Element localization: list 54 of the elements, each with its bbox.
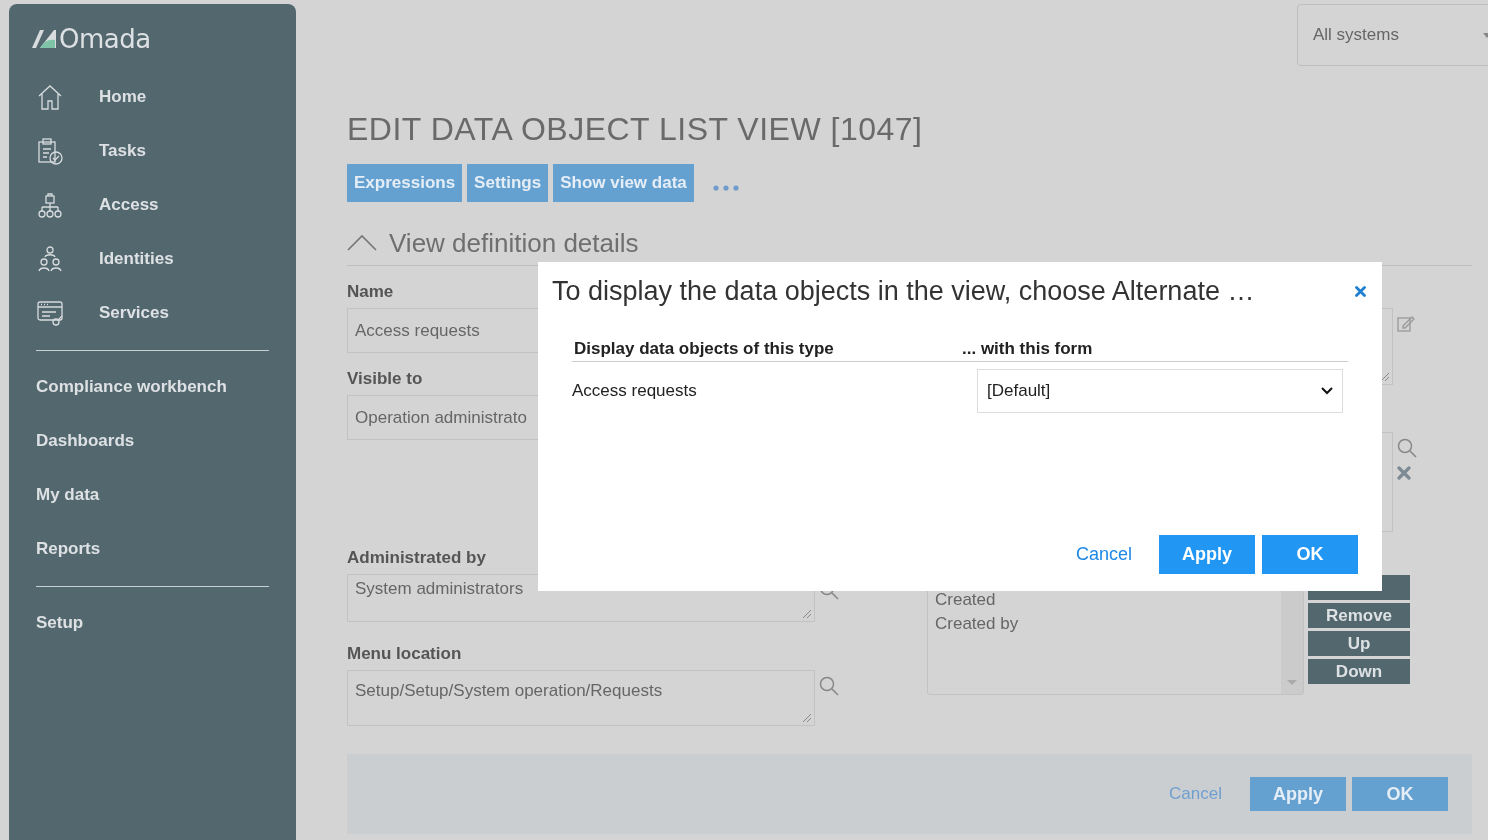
search-icon[interactable] bbox=[1397, 438, 1417, 458]
clipboard-check-icon bbox=[36, 137, 64, 165]
table-cell-text: Access requests bbox=[572, 381, 698, 401]
org-lock-icon bbox=[36, 191, 64, 219]
text-area[interactable]: Setup/Setup/System operation/Requests bbox=[347, 670, 815, 726]
action-button[interactable]: Settings bbox=[467, 164, 549, 202]
list-item[interactable]: Created by bbox=[935, 612, 1274, 636]
field-label: Name bbox=[347, 282, 394, 302]
page-title: EDIT DATA OBJECT LIST VIEW [1047] bbox=[347, 110, 924, 149]
nav-item[interactable]: My data bbox=[36, 468, 269, 522]
nav-item[interactable]: Setup bbox=[36, 596, 269, 650]
nav-item[interactable]: Services bbox=[36, 286, 269, 340]
browser-key-icon bbox=[36, 299, 64, 327]
edit-icon[interactable] bbox=[1397, 314, 1415, 332]
field-label: Administrated by bbox=[347, 548, 486, 568]
home-icon bbox=[36, 83, 64, 111]
search-icon[interactable] bbox=[819, 676, 839, 696]
caret-icon bbox=[1483, 32, 1488, 38]
nav-item[interactable]: Home bbox=[36, 70, 269, 124]
people-icon bbox=[36, 245, 64, 273]
system-selector[interactable]: All systems bbox=[1297, 4, 1488, 66]
section-title: View definition details bbox=[389, 228, 639, 257]
logo-text: Omada bbox=[59, 24, 151, 54]
nav-item[interactable]: Access bbox=[36, 178, 269, 232]
action-button[interactable]: Show view data bbox=[553, 164, 694, 202]
nav-item[interactable]: Identities bbox=[36, 232, 269, 286]
nav-item[interactable]: Reports bbox=[36, 522, 269, 576]
chevron-up-icon[interactable] bbox=[347, 233, 377, 252]
dropdown[interactable]: [Default] bbox=[977, 369, 1343, 413]
nav-item[interactable]: Dashboards bbox=[36, 414, 269, 468]
resize-grip-icon bbox=[800, 607, 812, 619]
chevron-down-icon bbox=[1321, 387, 1333, 395]
more-icon[interactable] bbox=[712, 185, 739, 191]
logo-icon bbox=[30, 28, 56, 50]
close-icon[interactable] bbox=[1355, 286, 1366, 297]
column-header: ... with this form bbox=[962, 339, 1093, 359]
field-label: Visible to bbox=[347, 369, 423, 389]
list-item[interactable]: Created bbox=[935, 588, 1274, 612]
column-header: Display data objects of this type bbox=[573, 339, 835, 359]
close-icon[interactable] bbox=[1397, 466, 1411, 480]
list-button[interactable]: Remove bbox=[1308, 603, 1410, 628]
cancel-link[interactable]: Cancel bbox=[1075, 544, 1132, 565]
action-button[interactable]: Expressions bbox=[347, 164, 463, 202]
list-button[interactable]: Down bbox=[1308, 659, 1410, 684]
dialog-title: To display the data objects in the view, choose Alternate … bbox=[552, 276, 1255, 307]
nav-item[interactable]: Compliance workbench bbox=[36, 360, 269, 414]
nav-item[interactable]: Tasks bbox=[36, 124, 269, 178]
dialog-button[interactable]: OK bbox=[1262, 535, 1358, 574]
resize-grip-icon bbox=[800, 711, 812, 723]
dialog-button[interactable]: OK bbox=[1352, 777, 1448, 811]
list-button[interactable]: Up bbox=[1308, 631, 1410, 656]
field-label: Menu location bbox=[347, 644, 462, 664]
dialog-button[interactable]: Apply bbox=[1159, 535, 1255, 574]
dialog-button[interactable]: Apply bbox=[1250, 777, 1346, 811]
